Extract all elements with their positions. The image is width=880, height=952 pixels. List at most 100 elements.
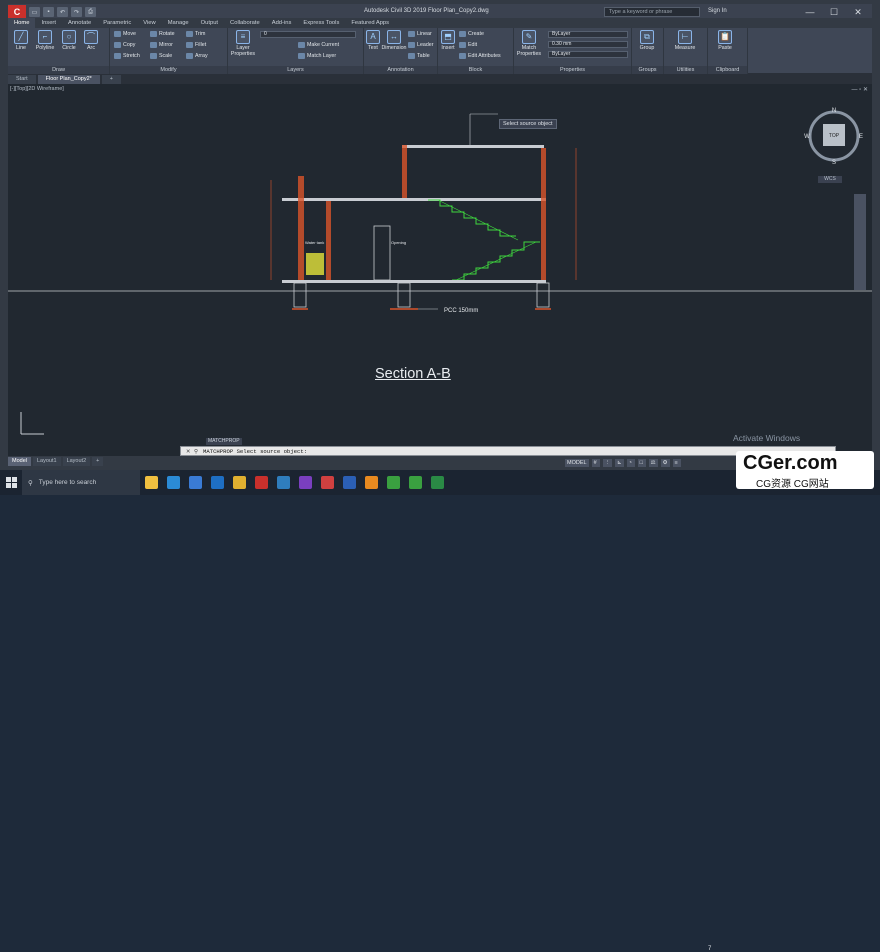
viewcube[interactable]: TOP N S W E <box>804 106 864 166</box>
wcs-menu[interactable]: WCS <box>818 176 842 183</box>
current-layer-dropdown[interactable]: 0 <box>260 31 356 38</box>
taskbar-app-chrome[interactable] <box>228 470 250 495</box>
insert-button[interactable]: ⬒ Insert <box>438 30 458 51</box>
command-history-tab[interactable]: MATCHPROP <box>206 438 242 445</box>
ribbon-tab-manage[interactable]: Manage <box>162 18 195 28</box>
system-tray[interactable]: 7 <box>708 946 711 952</box>
taskbar-app-premiere[interactable] <box>294 470 316 495</box>
scale-button[interactable]: Scale <box>150 53 172 59</box>
polar-icon[interactable]: ◔ <box>626 458 635 467</box>
ribbon-tab-output[interactable]: Output <box>195 18 224 28</box>
close-button[interactable]: ✕ <box>846 5 870 19</box>
layers-panel-title[interactable]: Layers <box>228 66 363 74</box>
doc-tab-floor-plan[interactable]: Floor Plan_Copy2* <box>37 75 100 84</box>
ribbon-tab-express-tools[interactable]: Express Tools <box>297 18 345 28</box>
ribbon-tab-featured-apps[interactable]: Featured Apps <box>345 18 395 28</box>
ribbon-tab-view[interactable]: View <box>137 18 161 28</box>
edit-attributes-button[interactable]: Edit Attributes <box>459 53 501 59</box>
taskbar-app-photoshop[interactable] <box>272 470 294 495</box>
block-panel-title[interactable]: Block <box>438 66 513 74</box>
ribbon-tab-insert[interactable]: Insert <box>35 18 62 28</box>
plot-icon[interactable]: ⎙ <box>85 7 96 17</box>
linear-button[interactable]: Linear <box>408 31 432 37</box>
group-button[interactable]: ⧉ Group <box>636 30 658 51</box>
taskbar-app-mail[interactable] <box>206 470 228 495</box>
measure-button[interactable]: ⊢ Measure <box>672 30 698 51</box>
layer-properties-button[interactable]: ≡ Layer Properties <box>230 30 256 57</box>
lineweight-dropdown[interactable]: 0.30 mm <box>548 41 628 48</box>
copy-button[interactable]: Copy <box>114 42 135 48</box>
ribbon-tab-parametric[interactable]: Parametric <box>97 18 137 28</box>
sign-in-button[interactable]: Sign In <box>708 8 727 14</box>
grid-icon[interactable]: # <box>591 458 600 467</box>
taskbar-app-file-explorer[interactable] <box>140 470 162 495</box>
customize-icon[interactable]: ≡ <box>672 458 681 467</box>
start-button[interactable] <box>0 470 22 495</box>
app-logo[interactable]: C <box>8 5 26 19</box>
drawing-canvas[interactable]: [-][Top][2D Wireframe] — ▫ ✕ PCC 150mm O… <box>8 84 872 456</box>
circle-button[interactable]: ○ Circle <box>58 30 80 51</box>
ortho-icon[interactable]: ⊾ <box>615 458 624 467</box>
taskbar-search-input[interactable]: ⚲ Type here to search <box>22 470 140 495</box>
clipboard-panel-title[interactable]: Clipboard <box>708 66 747 74</box>
match-properties-button[interactable]: ✎ Match Properties <box>516 30 542 57</box>
taskbar-app-edge[interactable] <box>162 470 184 495</box>
paste-button[interactable]: 📋 Paste <box>714 30 736 51</box>
taskbar-app-vlc[interactable] <box>360 470 382 495</box>
move-button[interactable]: Move <box>114 31 136 37</box>
vertical-scrollbar[interactable] <box>854 194 866 290</box>
modify-panel-title[interactable]: Modify <box>110 66 227 74</box>
array-button[interactable]: Array <box>186 53 208 59</box>
add-layout-button[interactable]: + <box>92 456 104 466</box>
osnap-icon[interactable]: □ <box>637 458 646 467</box>
color-dropdown[interactable]: ByLayer <box>548 31 628 38</box>
minimize-button[interactable]: — <box>798 5 822 19</box>
fillet-button[interactable]: Fillet <box>186 42 206 48</box>
mirror-button[interactable]: Mirror <box>150 42 173 48</box>
trim-button[interactable]: Trim <box>186 31 205 37</box>
command-close-icon[interactable]: ✕ ⚲ <box>181 448 203 455</box>
layout-tab-model[interactable]: Model <box>8 456 31 466</box>
taskbar-app-media[interactable] <box>316 470 338 495</box>
draw-panel-title[interactable]: Draw <box>8 66 109 74</box>
rotate-button[interactable]: Rotate <box>150 31 175 37</box>
polyline-button[interactable]: ⌐ Polyline <box>34 30 56 51</box>
taskbar-app-store[interactable] <box>184 470 206 495</box>
dimension-button[interactable]: ↔ Dimension <box>380 30 408 51</box>
annotation-scale-icon[interactable]: ⚖ <box>648 458 658 467</box>
properties-panel-title[interactable]: Properties <box>514 66 631 74</box>
redo-icon[interactable]: ↷ <box>71 7 82 17</box>
layout-tab-layout1[interactable]: Layout1 <box>32 456 61 466</box>
ribbon-tab-collaborate[interactable]: Collaborate <box>224 18 266 28</box>
edit-block-button[interactable]: Edit <box>459 42 477 48</box>
annotation-panel-title[interactable]: Annotation <box>364 66 437 74</box>
stretch-button[interactable]: Stretch <box>114 53 140 59</box>
utilities-panel-title[interactable]: Utilities <box>664 66 707 74</box>
ribbon-tab-add-ins[interactable]: Add-ins <box>266 18 298 28</box>
new-tab-button[interactable]: + <box>101 75 122 84</box>
taskbar-app-autocad[interactable] <box>250 470 272 495</box>
make-current-button[interactable]: Make Current <box>298 42 339 48</box>
match-layer-button[interactable]: Match Layer <box>298 53 336 59</box>
save-icon[interactable]: ▪ <box>43 7 54 17</box>
model-space-button[interactable]: MODEL <box>565 458 589 467</box>
create-block-button[interactable]: Create <box>459 31 484 37</box>
maximize-button[interactable]: ☐ <box>822 5 846 19</box>
snap-icon[interactable]: ⋮ <box>602 458 613 467</box>
doc-tab-start[interactable]: Start <box>8 75 36 84</box>
open-icon[interactable]: ▭ <box>29 7 40 17</box>
workspace-icon[interactable]: ⚙ <box>660 458 670 467</box>
linetype-dropdown[interactable]: ByLayer <box>548 51 628 58</box>
ribbon-tab-annotate[interactable]: Annotate <box>62 18 97 28</box>
leader-button[interactable]: Leader <box>408 42 434 48</box>
ribbon-tab-home[interactable]: Home <box>8 18 36 28</box>
table-button[interactable]: Table <box>408 53 430 59</box>
line-button[interactable]: ╱ Line <box>10 30 32 51</box>
undo-icon[interactable]: ↶ <box>57 7 68 17</box>
taskbar-app-word[interactable] <box>338 470 360 495</box>
taskbar-app-chrome2[interactable] <box>382 470 404 495</box>
taskbar-app-camtasia[interactable] <box>404 470 426 495</box>
groups-panel-title[interactable]: Groups <box>632 66 663 74</box>
arc-button[interactable]: ⌒ Arc <box>80 30 102 51</box>
taskbar-app-excel[interactable] <box>426 470 448 495</box>
